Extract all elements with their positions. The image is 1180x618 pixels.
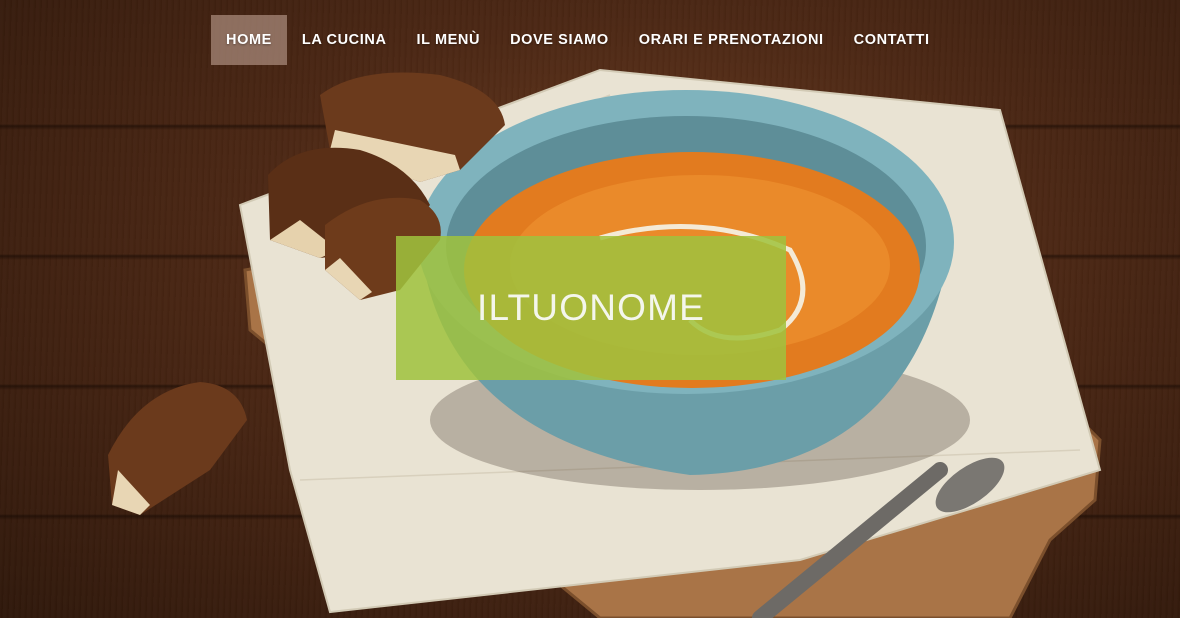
hero-title-box: ILTUONOME [396, 236, 786, 380]
nav-item-home[interactable]: HOME [211, 15, 287, 65]
nav-item-il-menu[interactable]: IL MENÙ [402, 15, 496, 65]
nav-item-la-cucina[interactable]: LA CUCINA [287, 15, 402, 65]
main-navigation: HOME LA CUCINA IL MENÙ DOVE SIAMO ORARI … [211, 15, 945, 65]
nav-item-contatti[interactable]: CONTATTI [839, 15, 945, 65]
nav-item-orari-e-prenotazioni[interactable]: ORARI E PRENOTAZIONI [624, 15, 839, 65]
site-title: ILTUONOME [476, 287, 705, 328]
nav-item-dove-siamo[interactable]: DOVE SIAMO [495, 15, 624, 65]
